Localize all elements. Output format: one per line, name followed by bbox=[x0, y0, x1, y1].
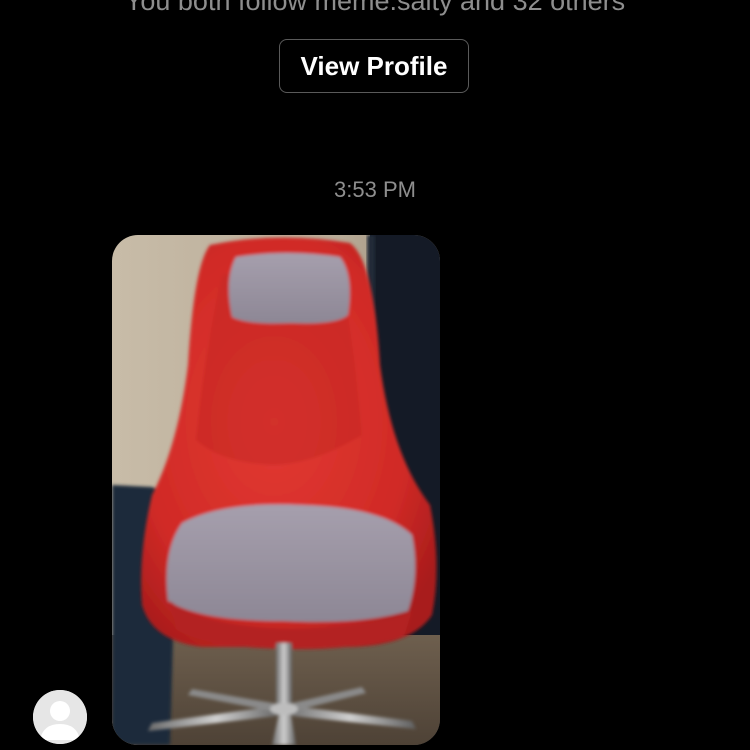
sender-avatar[interactable] bbox=[33, 690, 87, 744]
red-swivel-chair-photo bbox=[112, 235, 440, 745]
message-timestamp: 3:53 PM bbox=[334, 177, 416, 202]
view-profile-button[interactable]: View Profile bbox=[279, 39, 469, 93]
default-user-avatar-icon bbox=[33, 690, 87, 744]
mutual-followers-text: You both follow meme.salty and 32 others bbox=[124, 0, 626, 16]
photo-message[interactable] bbox=[112, 235, 440, 745]
dm-thread-screen: You both follow meme.salty and 32 others… bbox=[0, 0, 750, 750]
